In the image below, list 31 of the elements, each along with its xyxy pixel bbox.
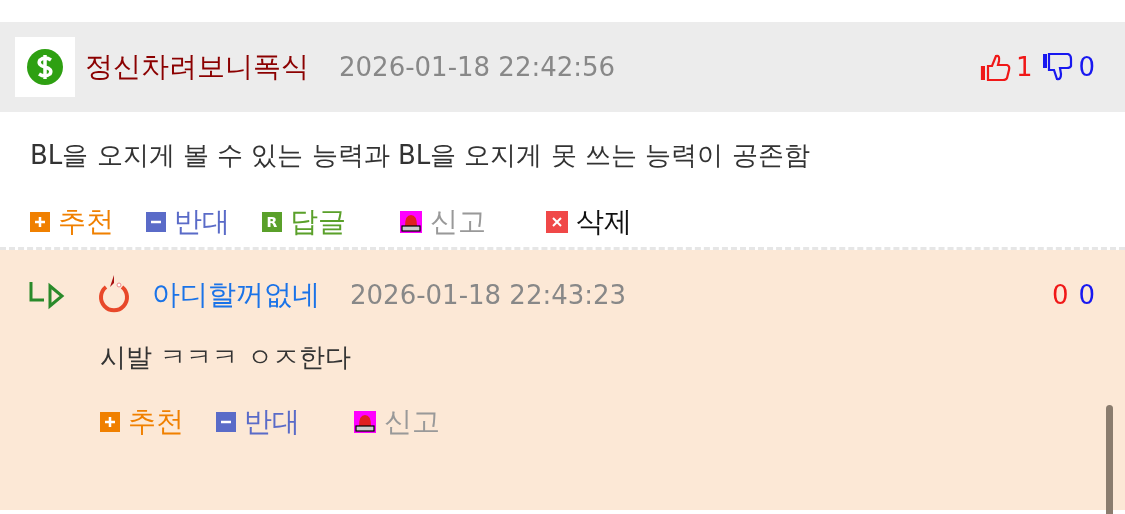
comment-text: BL을 오지게 볼 수 있는 능력과 BL을 오지게 못 쓰는 능력이 공존함: [29, 139, 811, 172]
downvote-count: 0: [1078, 280, 1095, 310]
author-name[interactable]: 아디할꺼없네: [152, 276, 320, 314]
action-link[interactable]: 삭제: [576, 203, 632, 241]
reply-icon[interactable]: R: [262, 212, 282, 232]
comment-date: 2026-01-18 22:42:56: [339, 52, 616, 82]
plus-icon[interactable]: [100, 412, 120, 432]
thumbs-up-icon[interactable]: [979, 52, 1012, 82]
comment-text: 시발 ㅋㅋㅋ ㅇㅈ한다: [99, 341, 352, 374]
thumbs-down-icon[interactable]: [1042, 52, 1075, 82]
action-link[interactable]: 추천: [128, 403, 184, 441]
delete-icon[interactable]: [546, 211, 568, 233]
upvote-count: 1: [1015, 52, 1033, 82]
plus-icon[interactable]: [30, 212, 50, 232]
siren-icon[interactable]: [400, 211, 422, 233]
siren-icon[interactable]: [354, 411, 376, 433]
author-name[interactable]: 정신차려보니폭식: [85, 48, 309, 86]
downvote-count: 0: [1078, 52, 1095, 82]
reply-arrow-icon: [28, 280, 66, 310]
scrollbar[interactable]: [1106, 405, 1113, 514]
action-link[interactable]: 신고: [384, 403, 440, 441]
action-link[interactable]: 반대: [244, 403, 300, 441]
action-link[interactable]: 반대: [174, 203, 230, 241]
minus-icon[interactable]: [146, 212, 166, 232]
action-link[interactable]: 답글: [290, 203, 346, 241]
upvote-count: 0: [1051, 280, 1069, 310]
action-link[interactable]: 추천: [58, 203, 114, 241]
comment-date: 2026-01-18 22:43:23: [350, 280, 627, 310]
minus-icon[interactable]: [216, 412, 236, 432]
dollar-icon: [25, 47, 65, 87]
action-link[interactable]: 신고: [430, 203, 486, 241]
